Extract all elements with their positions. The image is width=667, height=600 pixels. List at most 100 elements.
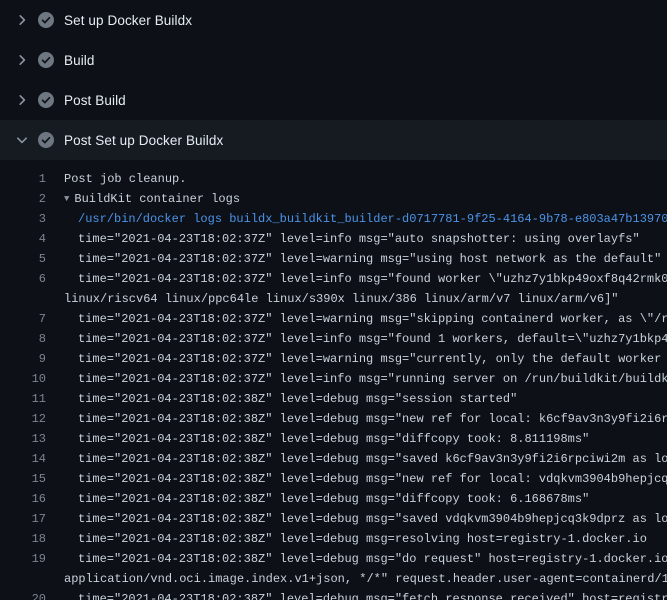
line-number — [0, 289, 46, 309]
log-text: time="2021-04-23T18:02:38Z" level=debug … — [78, 592, 667, 600]
line-number[interactable]: 20 — [0, 589, 46, 600]
log-line-body: ▼application/vnd.oci.image.index.v1+json… — [46, 569, 667, 589]
log-line-body: ▼time="2021-04-23T18:02:38Z" level=debug… — [46, 509, 667, 529]
line-number[interactable]: 14 — [0, 449, 46, 469]
log-line: 7 ▼time="2021-04-23T18:02:37Z" level=war… — [0, 309, 667, 329]
log-line-body: ▼time="2021-04-23T18:02:37Z" level=warni… — [46, 309, 667, 329]
log-text: time="2021-04-23T18:02:38Z" level=debug … — [78, 472, 667, 486]
line-number — [0, 569, 46, 589]
log-line-body: ▼time="2021-04-23T18:02:38Z" level=debug… — [46, 589, 667, 600]
log-text: time="2021-04-23T18:02:37Z" level=warnin… — [78, 352, 667, 366]
line-number[interactable]: 1 — [0, 169, 46, 189]
line-number[interactable]: 17 — [0, 509, 46, 529]
log-line: ▼linux/riscv64 linux/ppc64le linux/s390x… — [0, 289, 667, 309]
log-line: 14 ▼time="2021-04-23T18:02:38Z" level=de… — [0, 449, 667, 469]
log-text: time="2021-04-23T18:02:38Z" level=debug … — [78, 432, 589, 446]
log-line-body: ▼time="2021-04-23T18:02:38Z" level=debug… — [46, 429, 589, 449]
log-text: time="2021-04-23T18:02:38Z" level=debug … — [78, 552, 667, 566]
log-line: 19 ▼time="2021-04-23T18:02:38Z" level=de… — [0, 549, 667, 569]
chevron-right-icon[interactable] — [14, 92, 30, 108]
check-circle-icon — [38, 12, 54, 28]
step-label: Set up Docker Buildx — [64, 13, 192, 28]
log-line-body: ▼time="2021-04-23T18:02:38Z" level=debug… — [46, 389, 517, 409]
log-text: /usr/bin/docker logs buildx_buildkit_bui… — [78, 212, 667, 226]
log-text: time="2021-04-23T18:02:38Z" level=debug … — [78, 532, 647, 546]
log-line: 16 ▼time="2021-04-23T18:02:38Z" level=de… — [0, 489, 667, 509]
log-text: time="2021-04-23T18:02:38Z" level=debug … — [78, 492, 589, 506]
chevron-right-icon[interactable] — [14, 12, 30, 28]
log-text: time="2021-04-23T18:02:37Z" level=warnin… — [78, 312, 667, 326]
log-line-body: ▼time="2021-04-23T18:02:37Z" level=warni… — [46, 349, 667, 369]
check-circle-icon — [38, 92, 54, 108]
log-line: 11 ▼time="2021-04-23T18:02:38Z" level=de… — [0, 389, 667, 409]
log-text: time="2021-04-23T18:02:38Z" level=debug … — [78, 512, 667, 526]
check-circle-icon — [38, 132, 54, 148]
log-text: BuildKit container logs — [74, 192, 240, 206]
check-circle-icon — [38, 52, 54, 68]
line-number[interactable]: 12 — [0, 409, 46, 429]
log-line: 17 ▼time="2021-04-23T18:02:38Z" level=de… — [0, 509, 667, 529]
log-line-body: ▼linux/riscv64 linux/ppc64le linux/s390x… — [46, 289, 619, 309]
line-number[interactable]: 19 — [0, 549, 46, 569]
line-number[interactable]: 2 — [0, 189, 46, 209]
log-text: linux/riscv64 linux/ppc64le linux/s390x … — [64, 292, 619, 306]
log-line-body: ▼time="2021-04-23T18:02:37Z" level=info … — [46, 329, 667, 349]
log-line-body: ▼time="2021-04-23T18:02:37Z" level=info … — [46, 269, 667, 289]
line-number[interactable]: 8 — [0, 329, 46, 349]
line-number[interactable]: 11 — [0, 389, 46, 409]
log-text: time="2021-04-23T18:02:37Z" level=info m… — [78, 332, 667, 346]
line-number[interactable]: 10 — [0, 369, 46, 389]
log-group-toggle[interactable]: ▼ BuildKit container logs — [46, 189, 240, 209]
line-number[interactable]: 5 — [0, 249, 46, 269]
line-number[interactable]: 15 — [0, 469, 46, 489]
log-line-body: ▼time="2021-04-23T18:02:37Z" level=info … — [46, 229, 640, 249]
step-build[interactable]: Build — [0, 40, 667, 80]
step-label: Post Build — [64, 93, 126, 108]
step-post-build[interactable]: Post Build — [0, 80, 667, 120]
chevron-down-icon[interactable] — [14, 132, 30, 148]
line-number[interactable]: 13 — [0, 429, 46, 449]
log-line: 2 ▼ BuildKit container logs — [0, 189, 667, 209]
log-line-body: ▼time="2021-04-23T18:02:38Z" level=debug… — [46, 489, 589, 509]
line-number[interactable]: 9 — [0, 349, 46, 369]
log-line-body: ▼time="2021-04-23T18:02:38Z" level=debug… — [46, 529, 647, 549]
log-text: Post job cleanup. — [64, 172, 186, 186]
log-line: 15 ▼time="2021-04-23T18:02:38Z" level=de… — [0, 469, 667, 489]
log-line: 6 ▼time="2021-04-23T18:02:37Z" level=inf… — [0, 269, 667, 289]
log-line-body: ▼time="2021-04-23T18:02:37Z" level=warni… — [46, 249, 661, 269]
log-line: ▼application/vnd.oci.image.index.v1+json… — [0, 569, 667, 589]
log-line-body: ▼time="2021-04-23T18:02:37Z" level=info … — [46, 369, 667, 389]
log-line: 9 ▼time="2021-04-23T18:02:37Z" level=war… — [0, 349, 667, 369]
log-text: time="2021-04-23T18:02:38Z" level=debug … — [78, 452, 667, 466]
line-number[interactable]: 18 — [0, 529, 46, 549]
log-line: 4 ▼time="2021-04-23T18:02:37Z" level=inf… — [0, 229, 667, 249]
log-line-body: ▼time="2021-04-23T18:02:38Z" level=debug… — [46, 549, 667, 569]
log-text: time="2021-04-23T18:02:38Z" level=debug … — [78, 412, 667, 426]
log-line-body: ▼/usr/bin/docker logs buildx_buildkit_bu… — [46, 209, 667, 229]
step-post-set-up-docker-buildx[interactable]: Post Set up Docker Buildx — [0, 120, 667, 160]
line-number[interactable]: 4 — [0, 229, 46, 249]
log-line-body: ▼time="2021-04-23T18:02:38Z" level=debug… — [46, 409, 667, 429]
log-line: 20 ▼time="2021-04-23T18:02:38Z" level=de… — [0, 589, 667, 600]
line-number[interactable]: 3 — [0, 209, 46, 229]
log-text: time="2021-04-23T18:02:37Z" level=warnin… — [78, 252, 661, 266]
log-text: time="2021-04-23T18:02:37Z" level=info m… — [78, 232, 640, 246]
log-line-body: ▼time="2021-04-23T18:02:38Z" level=debug… — [46, 469, 667, 489]
log-viewer: 1 ▼Post job cleanup. 2 ▼ BuildKit contain… — [0, 160, 667, 600]
log-line: 8 ▼time="2021-04-23T18:02:37Z" level=inf… — [0, 329, 667, 349]
log-line: 3 ▼/usr/bin/docker logs buildx_buildkit_… — [0, 209, 667, 229]
log-text: time="2021-04-23T18:02:38Z" level=debug … — [78, 392, 517, 406]
log-line: 1 ▼Post job cleanup. — [0, 169, 667, 189]
log-line-body: ▼Post job cleanup. — [46, 169, 186, 189]
log-line: 5 ▼time="2021-04-23T18:02:37Z" level=war… — [0, 249, 667, 269]
log-text: application/vnd.oci.image.index.v1+json,… — [64, 572, 667, 586]
log-text: time="2021-04-23T18:02:37Z" level=info m… — [78, 272, 667, 286]
log-line: 10 ▼time="2021-04-23T18:02:37Z" level=in… — [0, 369, 667, 389]
collapse-triangle-icon[interactable]: ▼ — [64, 194, 69, 204]
line-number[interactable]: 6 — [0, 269, 46, 289]
step-label: Post Set up Docker Buildx — [64, 133, 223, 148]
step-set-up-docker-buildx[interactable]: Set up Docker Buildx — [0, 0, 667, 40]
line-number[interactable]: 16 — [0, 489, 46, 509]
line-number[interactable]: 7 — [0, 309, 46, 329]
chevron-right-icon[interactable] — [14, 52, 30, 68]
